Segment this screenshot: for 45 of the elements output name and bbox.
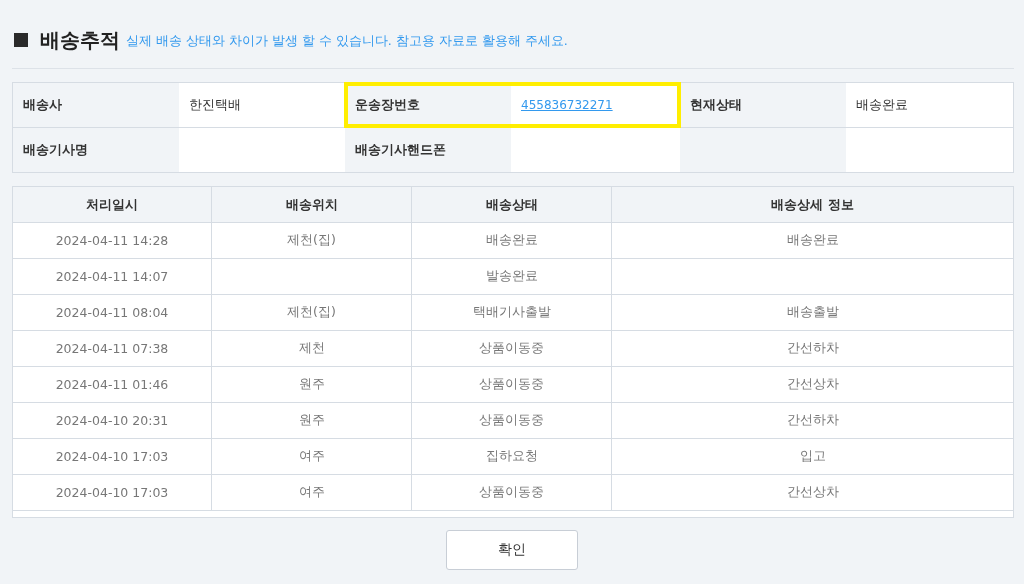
field-label: 배송기사명 [23, 141, 88, 159]
table-cell: 여주 [298, 484, 325, 501]
table-cell: 제천(집) [287, 232, 336, 249]
notice-text: 실제 배송 상태와 차이가 발생 할 수 있습니다. 참고용 자료로 활용해 주세요. [126, 33, 568, 50]
square-icon [14, 33, 28, 47]
field-value: 한진택배 [189, 96, 241, 114]
table-cell: 제천 [298, 340, 325, 357]
table-cell: 2024-04-11 01:46 [55, 377, 169, 392]
table-cell: 제천(집) [287, 304, 336, 321]
field-label: 배송사 [23, 96, 62, 114]
table-cell: 간선상차 [786, 376, 839, 393]
table-cell: 2024-04-10 17:03 [55, 449, 169, 464]
field-label: 배송기사핸드폰 [355, 141, 446, 159]
table-cell: 2024-04-11 14:07 [55, 269, 169, 284]
field-label: 현재상태 [690, 96, 742, 114]
field-label: 운송장번호 [355, 96, 420, 114]
table-cell: 택배기사출발 [472, 304, 551, 321]
table-cell: 간선하차 [786, 412, 839, 429]
page-title: 배송추적 [40, 27, 120, 54]
column-header: 배송상세 정보 [771, 195, 854, 214]
table-cell: 상품이동중 [479, 340, 544, 357]
table-cell: 상품이동중 [479, 484, 544, 501]
table-cell: 간선상차 [786, 484, 839, 501]
column-header: 처리일시 [86, 195, 138, 214]
table-cell: 배송완료 [786, 232, 839, 249]
column-header: 배송상태 [485, 195, 538, 214]
column-header: 배송위치 [285, 195, 338, 214]
table-cell: 원주 [298, 376, 325, 393]
table-cell: 2024-04-11 08:04 [55, 305, 169, 320]
table-cell: 간선하차 [786, 340, 839, 357]
table-cell: 배송완료 [485, 232, 538, 249]
table-cell: 여주 [298, 448, 325, 465]
table-cell: 원주 [298, 412, 325, 429]
table-cell: 상품이동중 [479, 412, 544, 429]
table-cell: 발송완료 [485, 268, 538, 285]
table-cell: 상품이동중 [479, 376, 544, 393]
table-cell: 2024-04-10 17:03 [55, 485, 169, 500]
table-cell: 2024-04-11 14:28 [55, 233, 169, 248]
table-cell: 입고 [799, 448, 826, 465]
table-cell: 배송출발 [786, 304, 839, 321]
table-cell: 2024-04-10 20:31 [55, 413, 169, 428]
table-cell: 2024-04-11 07:38 [55, 341, 169, 356]
field-value: 배송완료 [856, 96, 908, 114]
confirm-button[interactable]: 확인 [446, 530, 578, 570]
table-cell: 집하요청 [485, 448, 538, 465]
